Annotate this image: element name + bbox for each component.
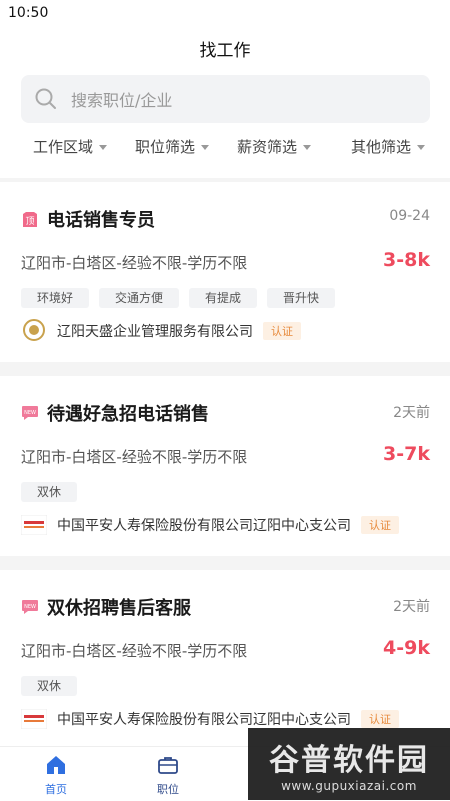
job-title: 电话销售专员: [47, 210, 155, 231]
briefcase-icon: [158, 757, 178, 774]
job-date: 2天前: [393, 405, 430, 421]
tag: 双休: [21, 676, 78, 696]
svg-text:NEW: NEW: [24, 604, 36, 610]
filter-bar: 工作区域 职位筛选 薪资筛选 其他筛选: [0, 132, 450, 162]
top-badge-icon: 顶: [21, 210, 39, 228]
verified-badge: 认证: [263, 322, 301, 340]
filter-area-label: 工作区域: [33, 138, 94, 156]
job-meta: 辽阳市-白塔区-经验不限-学历不限: [21, 642, 248, 660]
tag: 环境好: [21, 288, 90, 308]
job-salary: 3-7k: [383, 443, 430, 465]
tag-list: 环境好 交通方便 有提成 晋升快: [21, 288, 336, 308]
job-meta: 辽阳市-白塔区-经验不限-学历不限: [21, 254, 248, 272]
filter-area[interactable]: 工作区域: [33, 132, 108, 162]
svg-text:NEW: NEW: [24, 410, 36, 416]
search-bar[interactable]: [21, 75, 430, 125]
company-logo: [21, 706, 47, 732]
verified-badge: 认证: [361, 516, 399, 534]
watermark: 谷普软件园 www.gupuxiazai.com: [248, 728, 450, 800]
job-card[interactable]: NEW 待遇好急招电话销售 2天前 辽阳市-白塔区-经验不限-学历不限 3-7k…: [0, 376, 450, 556]
tag: 有提成: [189, 288, 258, 308]
search-icon: [35, 88, 56, 109]
job-salary: 4-9k: [383, 637, 430, 659]
page-title: 找工作: [199, 41, 251, 61]
tag-list: 双休: [21, 676, 78, 696]
caret-down-icon: [303, 144, 312, 150]
company-name: 中国平安人寿保险股份有限公司辽阳中心支公司: [57, 712, 351, 728]
tag: 晋升快: [267, 288, 336, 308]
tag: 交通方便: [99, 288, 180, 308]
new-badge-icon: NEW: [21, 598, 39, 616]
caret-down-icon: [99, 144, 108, 150]
job-title: 待遇好急招电话销售: [47, 404, 209, 425]
company-row[interactable]: 中国平安人寿保险股份有限公司辽阳中心支公司 认证: [21, 512, 399, 538]
tag: 双休: [21, 482, 78, 502]
company-logo: [21, 318, 47, 344]
search-input[interactable]: [69, 75, 413, 125]
company-logo: [21, 512, 47, 538]
filter-other-label: 其他筛选: [351, 138, 412, 156]
status-bar: 10:50: [0, 0, 450, 26]
home-icon: [47, 756, 65, 774]
job-meta: 辽阳市-白塔区-经验不限-学历不限: [21, 448, 248, 466]
verified-badge: 认证: [361, 710, 399, 728]
caret-down-icon: [417, 144, 426, 150]
job-date: 09-24: [389, 208, 430, 224]
filter-salary[interactable]: 薪资筛选: [237, 132, 312, 162]
tag-list: 双休: [21, 482, 78, 502]
filter-position[interactable]: 职位筛选: [135, 132, 210, 162]
company-name: 中国平安人寿保险股份有限公司辽阳中心支公司: [57, 518, 351, 534]
job-salary: 3-8k: [383, 249, 430, 271]
job-card[interactable]: 顶 电话销售专员 09-24 辽阳市-白塔区-经验不限-学历不限 3-8k 环境…: [0, 182, 450, 362]
tab-home[interactable]: 首页: [26, 753, 86, 797]
job-date: 2天前: [393, 599, 430, 615]
job-card[interactable]: NEW 双休招聘售后客服 2天前 辽阳市-白塔区-经验不限-学历不限 4-9k …: [0, 570, 450, 746]
job-title: 双休招聘售后客服: [47, 598, 191, 619]
watermark-brand: 谷普软件园: [269, 743, 429, 778]
tab-home-label: 首页: [45, 783, 67, 796]
tab-jobs[interactable]: 职位: [138, 753, 198, 797]
status-time: 10:50: [8, 5, 49, 21]
company-name: 辽阳天盛企业管理服务有限公司: [57, 324, 253, 340]
filter-salary-label: 薪资筛选: [237, 138, 298, 156]
watermark-url: www.gupuxiazai.com: [281, 779, 417, 793]
filter-other[interactable]: 其他筛选: [351, 132, 426, 162]
svg-text:顶: 顶: [25, 216, 34, 227]
header: 找工作 工作区域 职位筛选 薪资筛选 其他筛选: [0, 26, 450, 178]
tab-jobs-label: 职位: [157, 783, 179, 796]
company-row[interactable]: 辽阳天盛企业管理服务有限公司 认证: [21, 318, 301, 344]
new-badge-icon: NEW: [21, 404, 39, 422]
caret-down-icon: [201, 144, 210, 150]
filter-position-label: 职位筛选: [135, 138, 196, 156]
